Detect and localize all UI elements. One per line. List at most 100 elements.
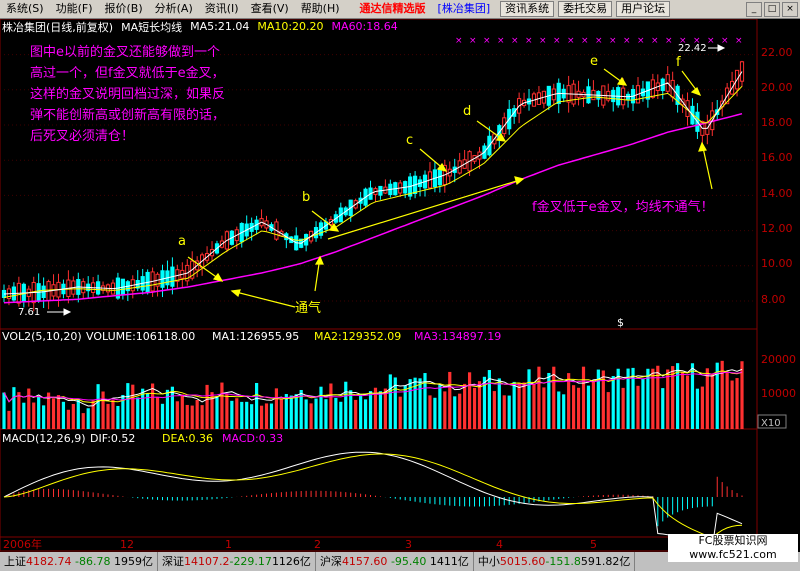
macd-dif: DIF:0.52 <box>90 432 135 445</box>
volume-bar <box>319 386 323 429</box>
date-tick: 5 <box>590 538 597 551</box>
vol-ma2: MA2:129352.09 <box>314 330 401 343</box>
volume-bar <box>111 399 115 429</box>
volume-value: VOLUME:106118.00 <box>86 330 195 343</box>
low-price-label: 7.61 <box>18 307 40 318</box>
volume-bar <box>408 379 412 429</box>
menu-help[interactable]: 帮助(H) <box>295 0 346 18</box>
volume-bar <box>329 383 333 429</box>
volume-bar <box>136 397 140 429</box>
menu-quote[interactable]: 报价(B) <box>99 0 149 18</box>
volume-bar <box>571 385 576 429</box>
volume-bar <box>86 408 90 429</box>
index-change: -229.17 <box>229 555 272 568</box>
volume-bar <box>453 396 457 429</box>
vol-ma1-line <box>3 367 743 407</box>
volume-bar <box>502 395 506 429</box>
index-sz[interactable]: 深证14107.2-229.171126亿 <box>158 552 316 571</box>
index-name: 沪深 <box>319 555 342 568</box>
minimize-icon[interactable]: _ <box>746 2 762 17</box>
label-e: e <box>590 54 598 69</box>
volume-header: VOL2(5,10,20) VOLUME:106118.00 MA1:12695… <box>2 330 501 343</box>
restore-icon[interactable]: □ <box>764 2 780 17</box>
signal-mark: × <box>735 36 743 46</box>
volume-bar <box>552 366 556 429</box>
close-icon[interactable]: × <box>782 2 798 17</box>
note-line-1: 图中e以前的金叉还能够做到一个 <box>30 44 220 60</box>
signal-mark: × <box>483 36 491 46</box>
price-tick: 14.00 <box>761 187 793 200</box>
label-a: a <box>178 234 186 249</box>
menu-system[interactable]: 系统(S) <box>0 0 50 18</box>
volume-bar <box>240 401 244 429</box>
volume-bar <box>621 387 625 429</box>
signal-mark: × <box>665 36 673 46</box>
menu-function[interactable]: 功能(F) <box>50 0 99 18</box>
index-sh[interactable]: 上证4182.74 -86.78 1959亿 <box>0 552 158 571</box>
volume-bar <box>279 398 283 429</box>
volume-bar <box>264 403 269 429</box>
index-zx[interactable]: 中小5015.60-151.8591.82亿 <box>474 552 636 571</box>
macd-panel-frame <box>0 428 758 538</box>
app-brand: 通达信精选版 <box>359 2 426 15</box>
volume-bar <box>96 384 100 429</box>
signal-mark: × <box>497 36 505 46</box>
price-axis-labels: 22.00 20.00 18.00 16.00 14.00 12.00 10.0… <box>761 46 793 306</box>
signal-mark: × <box>581 36 589 46</box>
forum-button[interactable]: 用户论坛 <box>616 1 671 17</box>
price-tick: 20.00 <box>761 81 793 94</box>
volume-bar <box>324 399 328 429</box>
volume-bar <box>611 376 615 429</box>
volume-bar <box>463 383 467 429</box>
index-value: 4182.74 <box>26 555 72 568</box>
index-value: 4157.60 <box>341 555 388 568</box>
signal-mark: × <box>623 36 631 46</box>
volume-bar <box>507 395 511 429</box>
dif-line <box>3 451 743 548</box>
info-system-button[interactable]: 资讯系统 <box>500 1 555 17</box>
volume-bar <box>269 403 274 429</box>
volume-bar <box>81 413 85 429</box>
ma5-line <box>3 71 743 295</box>
volume-bar <box>17 392 21 429</box>
volume-bar <box>185 404 189 429</box>
volume-bar <box>443 391 447 429</box>
volume-bar <box>22 402 26 429</box>
volume-bar <box>527 369 531 429</box>
window-controls: _ □ × <box>746 2 798 17</box>
trade-button[interactable]: 委托交易 <box>558 1 613 17</box>
volume-bar <box>685 375 690 429</box>
volume-bar <box>66 409 70 429</box>
price-tick: 16.00 <box>761 151 793 164</box>
volume-bar <box>71 403 75 429</box>
stock-tab[interactable]: [株冶集团] <box>432 0 497 18</box>
vol-ma3: MA3:134897.19 <box>414 330 501 343</box>
volume-bar <box>76 399 80 429</box>
volume-bar <box>586 385 591 429</box>
volume-bar <box>106 403 110 429</box>
vol-ma1: MA1:126955.95 <box>212 330 299 343</box>
signal-mark: × <box>651 36 659 46</box>
volume-bar <box>581 366 586 429</box>
label-d: d <box>463 104 471 119</box>
chart-area: × × × × × × × × × × × × × × × × × × × × × 图中e以前的金叉还能够做到一个 高过… <box>0 19 796 552</box>
signal-mark: × <box>567 36 575 46</box>
volume-bar <box>666 369 670 429</box>
signal-mark: × <box>511 36 519 46</box>
volume-bar <box>458 393 462 429</box>
macd-header: MACD(12,26,9) DIF:0.52 DEA:0.36 MACD:0.3… <box>2 432 283 445</box>
menu-info[interactable]: 资讯(I) <box>199 0 245 18</box>
menu-analysis[interactable]: 分析(A) <box>149 0 199 18</box>
volume-bar <box>700 386 704 429</box>
signal-mark: × <box>469 36 477 46</box>
volume-bar <box>438 385 442 429</box>
index-hs[interactable]: 沪深4157.60 -95.40 1411亿 <box>316 552 474 571</box>
volume-bar <box>51 398 56 429</box>
index-change: -86.78 <box>75 555 111 568</box>
note-line-5: 后死叉必须清仓！ <box>30 129 134 144</box>
volume-bar <box>542 387 546 429</box>
signal-mark: × <box>721 36 729 46</box>
menu-view[interactable]: 查看(V) <box>245 0 295 18</box>
signal-mark: × <box>595 36 603 46</box>
label-c: c <box>406 133 413 148</box>
